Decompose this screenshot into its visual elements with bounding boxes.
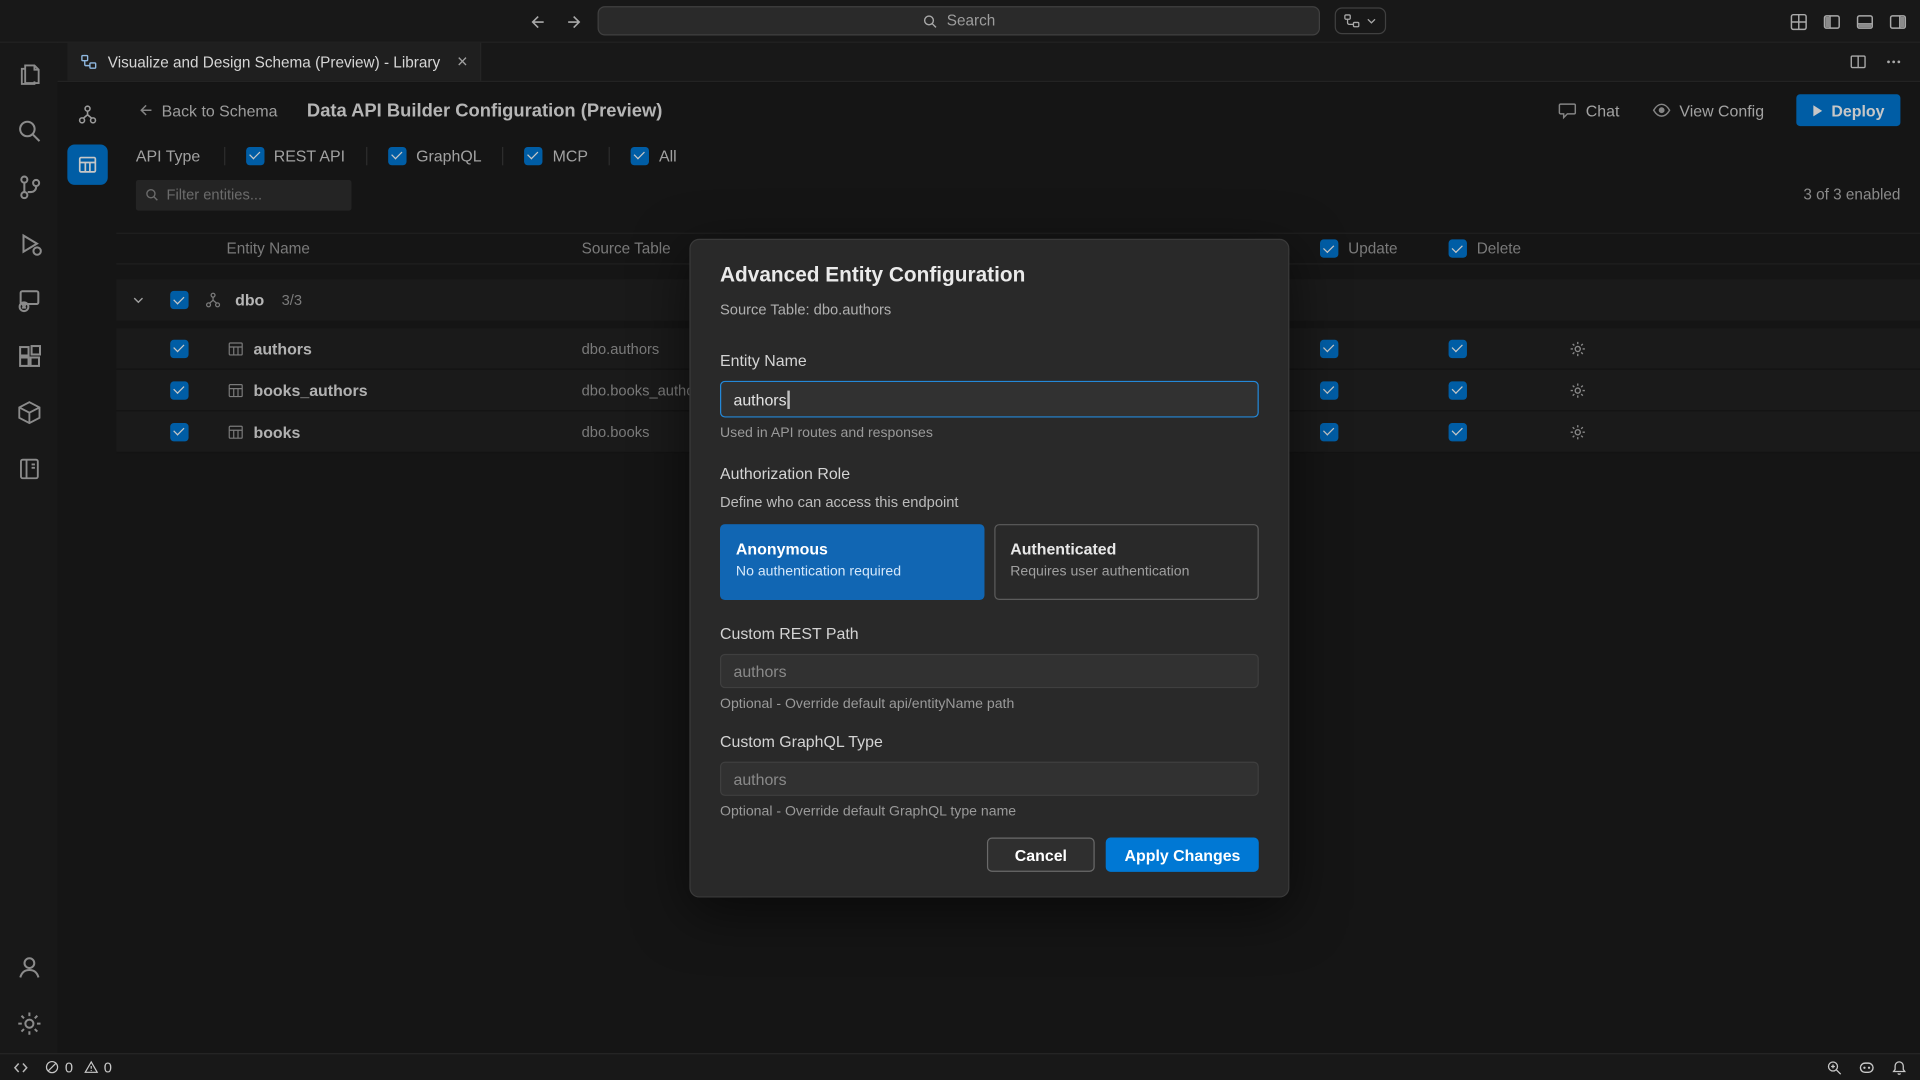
explorer-icon[interactable] — [9, 55, 48, 94]
dialog-title: Advanced Entity Configuration — [720, 262, 1259, 289]
flow-icon — [1343, 12, 1360, 29]
custom-graphql-type-label: Custom GraphQL Type — [720, 732, 1259, 752]
activity-bar — [0, 43, 58, 1053]
editor-tab-bar: Visualize and Design Schema (Preview) - … — [58, 43, 1920, 82]
role-authenticated-card[interactable]: Authenticated Requires user authenticati… — [994, 524, 1258, 600]
toggle-secondary-sidebar-icon[interactable] — [1888, 12, 1908, 32]
authorization-role-hint: Define who can access this endpoint — [720, 493, 1259, 511]
role-desc: Requires user authentication — [1010, 564, 1243, 579]
more-actions-icon[interactable] — [1884, 53, 1902, 71]
tab-label: Visualize and Design Schema (Preview) - … — [108, 53, 440, 70]
custom-rest-path-input[interactable] — [720, 654, 1259, 688]
authorization-role-label: Authorization Role — [720, 464, 1259, 484]
vscode-window: Search — [0, 0, 1920, 1080]
modal-overlay: Advanced Entity Configuration Source Tab… — [58, 82, 1920, 1053]
role-desc: No authentication required — [736, 564, 969, 579]
entity-name-hint: Used in API routes and responses — [720, 425, 1259, 442]
account-icon[interactable] — [9, 948, 48, 987]
library-icon[interactable] — [9, 449, 48, 488]
run-debug-icon[interactable] — [9, 224, 48, 263]
entity-name-input[interactable]: authors — [720, 381, 1259, 418]
custom-graphql-type-input[interactable] — [720, 762, 1259, 796]
entity-name-label: Entity Name — [720, 351, 1259, 371]
settings-gear-icon[interactable] — [9, 1004, 48, 1043]
role-title: Authenticated — [1010, 540, 1243, 558]
custom-rest-path-label: Custom REST Path — [720, 624, 1259, 644]
warnings-count: 0 — [104, 1059, 112, 1076]
text-caret — [788, 390, 790, 408]
search-label: Search — [947, 12, 996, 29]
history-forward-icon[interactable] — [566, 12, 586, 32]
database-projects-icon[interactable] — [9, 393, 48, 432]
warnings-icon — [83, 1059, 99, 1075]
role-anonymous-card[interactable]: Anonymous No authentication required — [720, 524, 984, 600]
chevron-down-icon — [1365, 15, 1377, 27]
cancel-button[interactable]: Cancel — [987, 838, 1096, 872]
errors-icon — [44, 1059, 60, 1075]
zoom-icon[interactable] — [1826, 1059, 1843, 1076]
entity-name-value: authors — [733, 390, 786, 408]
custom-rest-path-hint: Optional - Override default api/entityNa… — [720, 696, 1259, 713]
advanced-entity-config-dialog: Advanced Entity Configuration Source Tab… — [689, 239, 1289, 898]
search-icon — [922, 13, 938, 29]
customize-layout-icon[interactable] — [1789, 12, 1809, 32]
editor-area: Back to Schema Data API Builder Configur… — [58, 82, 1920, 1053]
status-bar: 0 0 — [0, 1053, 1920, 1080]
apply-changes-button[interactable]: Apply Changes — [1106, 838, 1259, 872]
problems-indicator[interactable]: 0 0 — [44, 1059, 112, 1076]
source-control-icon[interactable] — [9, 168, 48, 207]
search-sidebar-icon[interactable] — [9, 111, 48, 150]
custom-graphql-type-hint: Optional - Override default GraphQL type… — [720, 803, 1259, 820]
history-back-icon[interactable] — [527, 12, 547, 32]
notifications-bell-icon[interactable] — [1891, 1059, 1908, 1076]
extensions-icon[interactable] — [9, 337, 48, 376]
dialog-source-table: Source Table: dbo.authors — [720, 301, 1259, 319]
schema-designer-tab-icon — [80, 53, 98, 71]
toggle-panel-icon[interactable] — [1855, 12, 1875, 32]
remote-indicator-icon[interactable] — [12, 1059, 29, 1076]
copilot-icon[interactable] — [1858, 1058, 1876, 1076]
errors-count: 0 — [65, 1059, 73, 1076]
tab-visualize-schema[interactable]: Visualize and Design Schema (Preview) - … — [67, 43, 481, 81]
remote-explorer-icon[interactable] — [9, 280, 48, 319]
split-editor-icon[interactable] — [1849, 53, 1867, 71]
title-bar: Search — [0, 0, 1920, 43]
toggle-primary-sidebar-icon[interactable] — [1822, 12, 1842, 32]
session-picker-button[interactable] — [1335, 7, 1386, 34]
role-title: Anonymous — [736, 540, 969, 558]
close-tab-icon[interactable]: × — [457, 53, 468, 71]
command-center-search[interactable]: Search — [598, 6, 1320, 35]
